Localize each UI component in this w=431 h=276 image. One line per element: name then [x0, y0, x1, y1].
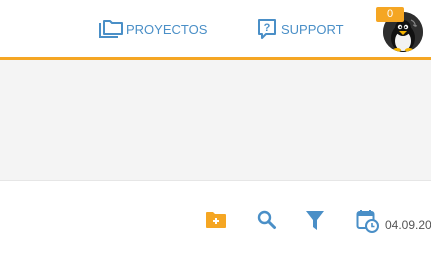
- top-navigation-bar: PROYECTOS ? SUPPORT 0: [0, 0, 431, 57]
- nav-projects-link[interactable]: PROYECTOS: [98, 18, 207, 40]
- notification-badge[interactable]: 0: [376, 7, 404, 22]
- nav-support-link[interactable]: ? SUPPORT: [257, 18, 344, 40]
- section-divider: [0, 180, 431, 181]
- filter-icon: [305, 210, 325, 232]
- svg-text:?: ?: [264, 22, 271, 34]
- search-icon: [257, 210, 277, 230]
- search-button[interactable]: [257, 210, 277, 230]
- nav-projects-label: PROYECTOS: [126, 21, 208, 37]
- nav-support-label: SUPPORT: [281, 21, 344, 37]
- calendar-clock-icon: [356, 209, 380, 233]
- current-date-label: 04.09.20: [385, 218, 431, 232]
- date-picker-button[interactable]: [356, 209, 380, 233]
- create-folder-icon: [205, 210, 227, 230]
- create-folder-button[interactable]: [205, 210, 227, 230]
- filter-button[interactable]: [305, 210, 325, 232]
- content-banner-area: [0, 60, 431, 180]
- folders-icon: [98, 18, 124, 40]
- help-chat-icon: ?: [257, 18, 277, 40]
